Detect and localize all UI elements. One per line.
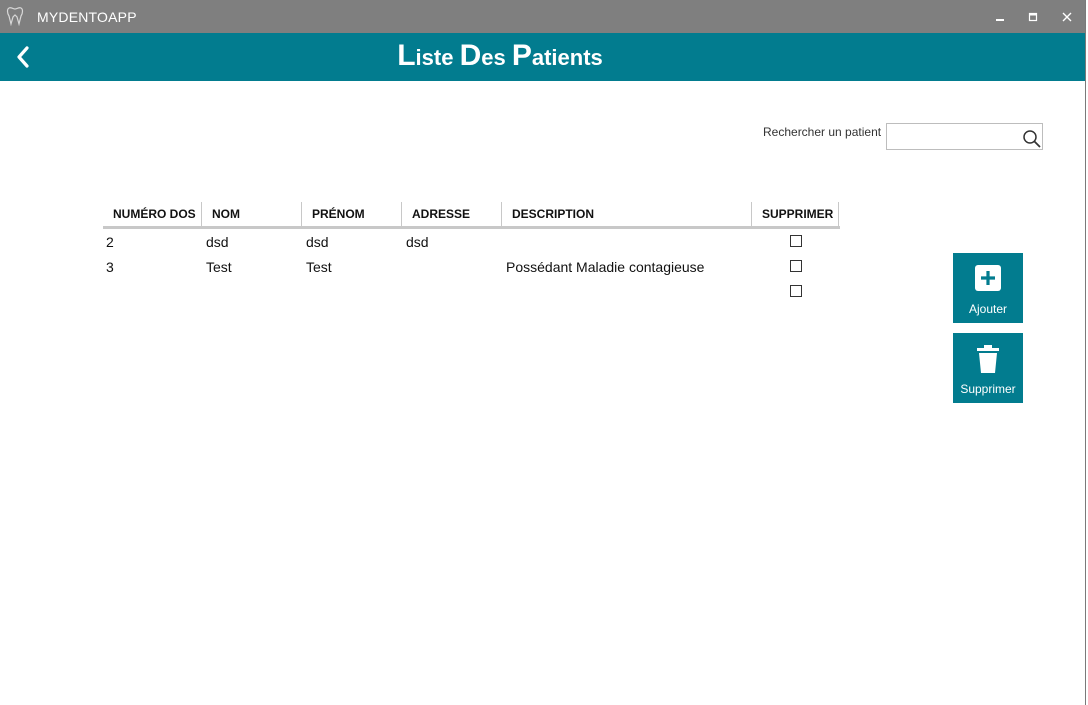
search-field[interactable] — [886, 123, 1043, 150]
column-header-adresse[interactable]: ADRESSE — [402, 202, 502, 226]
page-header: Liste Des Patients — [0, 33, 1085, 81]
tooth-icon — [6, 7, 24, 26]
trash-icon — [977, 345, 999, 373]
close-button[interactable] — [1053, 6, 1081, 28]
cell-nom: Test — [206, 259, 232, 275]
column-header-prenom[interactable]: PRÉNOM — [302, 202, 402, 226]
delete-button-label: Supprimer — [960, 382, 1016, 396]
delete-patient-button[interactable]: Supprimer — [953, 333, 1023, 403]
cell-prenom: dsd — [306, 234, 329, 250]
minimize-button[interactable] — [986, 6, 1014, 28]
minimize-icon — [996, 19, 1004, 21]
cell-numero: 2 — [106, 234, 114, 250]
app-window: MYDENTOAPP Liste Des Patients Rechercher… — [0, 0, 1086, 705]
patients-table: NUMÉRO DOS NOM PRÉNOM ADRESSE DESCRIPTIO… — [103, 202, 840, 304]
maximize-button[interactable] — [1019, 6, 1047, 28]
delete-checkbox[interactable] — [790, 235, 802, 247]
search-icon[interactable] — [1022, 129, 1042, 149]
table-row[interactable]: 2 dsd dsd dsd — [103, 229, 840, 254]
cell-nom: dsd — [206, 234, 229, 250]
app-title: MYDENTOAPP — [37, 9, 137, 25]
close-icon — [1062, 12, 1072, 22]
cell-numero: 3 — [106, 259, 114, 275]
cell-description: Possédant Maladie contagieuse — [506, 259, 705, 275]
column-header-description[interactable]: DESCRIPTION — [502, 202, 752, 226]
column-header-numero[interactable]: NUMÉRO DOS — [103, 202, 202, 226]
table-header: NUMÉRO DOS NOM PRÉNOM ADRESSE DESCRIPTIO… — [103, 202, 840, 229]
add-button-label: Ajouter — [968, 302, 1008, 316]
delete-checkbox[interactable] — [790, 260, 802, 272]
table-row-new[interactable] — [103, 279, 840, 304]
maximize-icon — [1028, 12, 1038, 22]
cell-prenom: Test — [306, 259, 332, 275]
add-icon — [975, 265, 1001, 291]
add-patient-button[interactable]: Ajouter — [953, 253, 1023, 323]
page-title: Liste Des Patients — [397, 39, 603, 72]
column-header-nom[interactable]: NOM — [202, 202, 302, 226]
table-row[interactable]: 3 Test Test Possédant Maladie contagieus… — [103, 254, 840, 279]
search-input[interactable] — [890, 127, 1020, 148]
column-header-supprimer[interactable]: SUPPRIMER — [752, 202, 839, 226]
search-label: Rechercher un patient — [763, 125, 882, 139]
title-bar: MYDENTOAPP — [0, 0, 1085, 33]
cell-adresse: dsd — [406, 234, 429, 250]
delete-checkbox[interactable] — [790, 285, 802, 297]
